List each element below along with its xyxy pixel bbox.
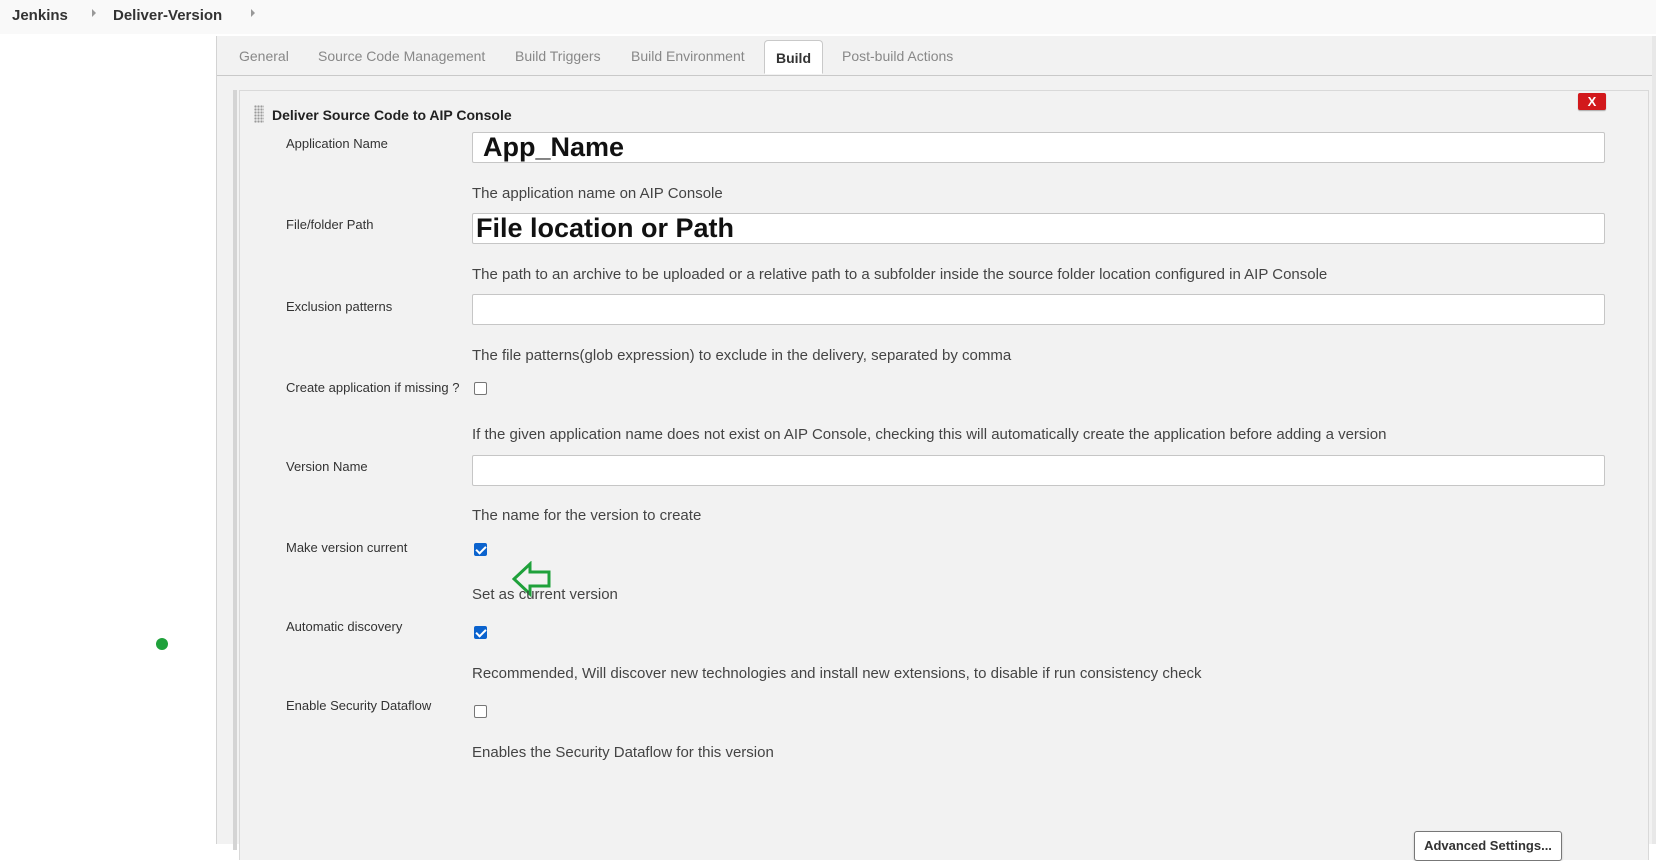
breadcrumb: Jenkins Deliver-Version [0,0,1656,34]
file-path-input[interactable] [472,213,1605,244]
create-application-checkbox[interactable] [474,382,487,395]
automatic-discovery-checkbox[interactable] [474,626,487,639]
make-version-current-label: Make version current [286,540,408,555]
step-left-bar [233,90,237,850]
application-name-help: The application name on AIP Console [472,185,723,202]
green-dot-annotation-icon [156,638,168,650]
tab-build-environment[interactable]: Build Environment [631,48,745,64]
delete-step-button[interactable]: X [1578,93,1606,110]
security-dataflow-help: Enables the Security Dataflow for this v… [472,744,774,761]
breadcrumb-separator-icon [92,9,96,17]
exclusion-patterns-label: Exclusion patterns [286,299,393,314]
automatic-discovery-help: Recommended, Will discover new technolog… [472,665,1202,682]
advanced-settings-button[interactable]: Advanced Settings... [1414,831,1562,861]
build-step-deliver-source: Deliver Source Code to AIP Console X App… [239,90,1649,861]
tab-source-code-management[interactable]: Source Code Management [318,48,485,64]
version-name-help: The name for the version to create [472,507,702,524]
config-tabbar: General Source Code Management Build Tri… [217,36,1653,76]
version-name-label: Version Name [286,459,368,474]
security-dataflow-label: Enable Security Dataflow [286,698,432,713]
breadcrumb-job-link[interactable]: Deliver-Version [113,7,222,24]
security-dataflow-checkbox[interactable] [474,705,487,718]
vertical-scrollbar[interactable] [1652,36,1656,844]
automatic-discovery-label: Automatic discovery [286,619,403,634]
tab-build-triggers[interactable]: Build Triggers [515,48,601,64]
build-step-title: Deliver Source Code to AIP Console [272,107,512,123]
job-config-form: General Source Code Management Build Tri… [216,36,1656,861]
application-name-input[interactable] [472,132,1605,163]
create-application-help: If the given application name does not e… [472,426,1387,443]
exclusion-patterns-input[interactable] [472,294,1605,325]
breadcrumb-jenkins-link[interactable]: Jenkins [12,7,68,24]
file-path-help: The path to an archive to be uploaded or… [472,266,1328,283]
tab-post-build-actions[interactable]: Post-build Actions [842,48,953,64]
side-panel [0,36,216,844]
version-name-input[interactable] [472,455,1605,486]
tab-general[interactable]: General [239,48,289,64]
tab-build[interactable]: Build [764,40,823,74]
create-application-label: Create application if missing ? [286,380,460,395]
breadcrumb-dropdown-icon[interactable] [251,9,255,17]
make-version-current-checkbox[interactable] [474,543,487,556]
make-version-current-help: Set as current version [472,586,618,603]
application-name-label: Application Name [286,136,388,151]
file-path-label: File/folder Path [286,217,374,232]
drag-handle-icon[interactable] [254,105,264,123]
exclusion-patterns-help: The file patterns(glob expression) to ex… [472,347,1012,364]
